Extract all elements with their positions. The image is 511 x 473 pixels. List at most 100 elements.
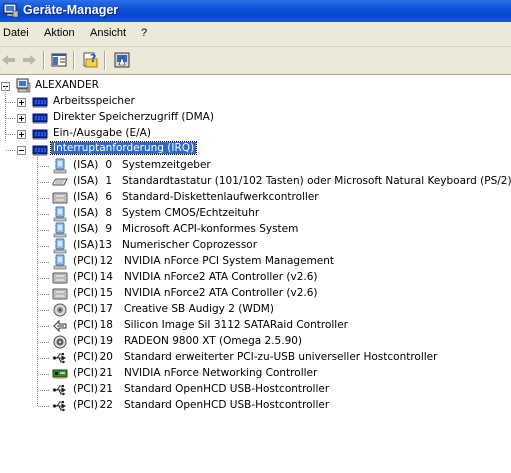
- device-name: Standard-Diskettenlaufwerkcontroller: [122, 191, 319, 203]
- irq-list-item[interactable]: (PCI) 17 Creative SB Audigy 2 (WDM): [0, 302, 511, 318]
- tree-category-label: Ein-/Ausgabe (E/A): [53, 127, 151, 139]
- expand-toggle[interactable]: [17, 114, 26, 123]
- device-name: NVIDIA nForce PCI System Management: [124, 255, 334, 267]
- irq-bus-type: (ISA): [73, 175, 99, 187]
- irq-bus-type: (PCI): [73, 271, 98, 283]
- tree-connector: [38, 390, 50, 391]
- tree-connector: [38, 294, 50, 295]
- system-device-icon: [52, 222, 68, 238]
- irq-bus-type: (PCI): [73, 335, 98, 347]
- irq-number: 21: [99, 367, 113, 379]
- sound-icon: [52, 302, 68, 318]
- forward-arrow-icon[interactable]: [20, 51, 38, 69]
- irq-bus-type: (PCI): [73, 255, 98, 267]
- irq-list-item[interactable]: (ISA) 1 Standardtastatur (101/102 Tasten) …: [0, 174, 511, 190]
- computer-properties-icon[interactable]: [113, 51, 131, 69]
- irq-list-item[interactable]: (ISA) 6 Standard-Diskettenlaufwerkcontroll…: [0, 190, 511, 206]
- collapse-toggle[interactable]: [17, 146, 26, 155]
- tree-connector: [38, 358, 50, 359]
- tree-root[interactable]: ALEXANDER: [0, 78, 511, 94]
- irq-list-item[interactable]: (PCI) 18 Silicon Image SiI 3112 SATARaid C…: [0, 318, 511, 334]
- memory-icon: [32, 94, 48, 110]
- irq-bus-type: (PCI): [73, 367, 98, 379]
- toolbar: ?: [0, 47, 511, 75]
- irq-bus-type: (ISA): [73, 207, 99, 219]
- irq-list-item[interactable]: (PCI) 12 NVIDIA nForce PCI System Manageme…: [0, 254, 511, 270]
- tree-connector: [38, 166, 50, 167]
- scsi-controller-icon: [52, 318, 68, 334]
- display-icon: [52, 334, 68, 350]
- irq-number: 21: [99, 383, 113, 395]
- usb-icon: [52, 382, 68, 398]
- show-hide-console-tree-icon[interactable]: [50, 51, 68, 69]
- device-name: Creative SB Audigy 2 (WDM): [124, 303, 274, 315]
- tree-category-label: Direkter Speicherzugriff (DMA): [53, 111, 214, 123]
- keyboard-icon: [52, 174, 68, 190]
- irq-number: 12: [99, 255, 113, 267]
- properties-help-icon[interactable]: ?: [81, 51, 99, 69]
- irq-list-item[interactable]: (PCI) 14 NVIDIA nForce2 ATA Controller (v2…: [0, 270, 511, 286]
- tree-connector: [38, 310, 50, 311]
- device-name: Systemzeitgeber: [122, 159, 211, 171]
- tree-category[interactable]: Direkter Speicherzugriff (DMA): [0, 110, 511, 126]
- device-tree[interactable]: ALEXANDER Arbeitsspeicher Direkter Speich…: [0, 75, 511, 473]
- tree-connector: [38, 230, 50, 231]
- tree-connector: [38, 326, 50, 327]
- device-name: Standardtastatur (101/102 Tasten) oder M…: [122, 175, 511, 187]
- menu-action[interactable]: Aktion: [44, 27, 75, 39]
- back-arrow-icon[interactable]: [0, 51, 18, 69]
- tree-connector: [38, 214, 50, 215]
- irq-list-item[interactable]: (PCI) 15 NVIDIA nForce2 ATA Controller (v2…: [0, 286, 511, 302]
- tree-root-label: ALEXANDER: [35, 79, 99, 91]
- irq-number: 0: [105, 159, 112, 171]
- memory-icon: [32, 110, 48, 126]
- title-bar[interactable]: Geräte-Manager: [0, 0, 511, 22]
- tree-category[interactable]: Arbeitsspeicher: [0, 94, 511, 110]
- irq-number: 9: [105, 223, 112, 235]
- irq-bus-type: (ISA): [73, 191, 99, 203]
- system-device-icon: [52, 206, 68, 222]
- menu-help[interactable]: ?: [141, 27, 147, 39]
- device-name: Numerischer Coprozessor: [122, 239, 258, 251]
- system-device-icon: [52, 238, 68, 254]
- irq-list-item[interactable]: (ISA) 8 System CMOS/Echtzeituhr: [0, 206, 511, 222]
- device-name: Standard erweiterter PCI-zu-USB universe…: [124, 351, 438, 363]
- irq-list-item[interactable]: (ISA) 13 Numerischer Coprozessor: [0, 238, 511, 254]
- tree-connector: [6, 102, 16, 103]
- device-name: NVIDIA nForce2 ATA Controller (v2.6): [124, 271, 318, 283]
- irq-list-item[interactable]: (PCI) 22 Standard OpenHCD USB-Hostcontroll…: [0, 398, 511, 414]
- device-name: Standard OpenHCD USB-Hostcontroller: [124, 383, 330, 395]
- irq-list-item[interactable]: (PCI) 19 RADEON 9800 XT (Omega 2.5.90): [0, 334, 511, 350]
- irq-number: 22: [99, 399, 113, 411]
- irq-list-item[interactable]: (PCI) 20 Standard erweiterter PCI-zu-USB u…: [0, 350, 511, 366]
- device-name: NVIDIA nForce2 ATA Controller (v2.6): [124, 287, 318, 299]
- irq-number: 13: [98, 239, 112, 251]
- irq-list-item[interactable]: (PCI) 21 NVIDIA nForce Networking Controll…: [0, 366, 511, 382]
- expand-toggle[interactable]: [17, 130, 26, 139]
- tree-connector: [38, 374, 50, 375]
- device-manager-app-icon: [3, 3, 19, 18]
- tree-category-label: Arbeitsspeicher: [53, 95, 135, 107]
- tree-category[interactable]: Ein-/Ausgabe (E/A): [0, 126, 511, 142]
- irq-number: 8: [105, 207, 112, 219]
- tree-connector: [38, 198, 50, 199]
- system-device-icon: [52, 254, 68, 270]
- irq-list-item[interactable]: (ISA) 0 Systemzeitgeber: [0, 158, 511, 174]
- irq-bus-type: (PCI): [73, 399, 98, 411]
- irq-bus-type: (ISA): [73, 223, 99, 235]
- expand-toggle[interactable]: [17, 98, 26, 107]
- tree-connector: [38, 278, 50, 279]
- irq-list-item[interactable]: (ISA) 9 Microsoft ACPI-konformes System: [0, 222, 511, 238]
- tree-category[interactable]: Interruptanforderung (IRQ): [0, 141, 511, 158]
- tree-connector: [38, 406, 50, 407]
- usb-icon: [52, 398, 68, 414]
- irq-number: 20: [99, 351, 113, 363]
- irq-bus-type: (PCI): [73, 303, 98, 315]
- device-name: System CMOS/Echtzeituhr: [122, 207, 260, 219]
- usb-icon: [52, 350, 68, 366]
- menu-view[interactable]: Ansicht: [90, 27, 126, 39]
- irq-list-item[interactable]: (PCI) 21 Standard OpenHCD USB-Hostcontroll…: [0, 382, 511, 398]
- irq-bus-type: (PCI): [73, 319, 98, 331]
- tree-connector: [6, 150, 16, 151]
- menu-file[interactable]: Datei: [3, 27, 29, 39]
